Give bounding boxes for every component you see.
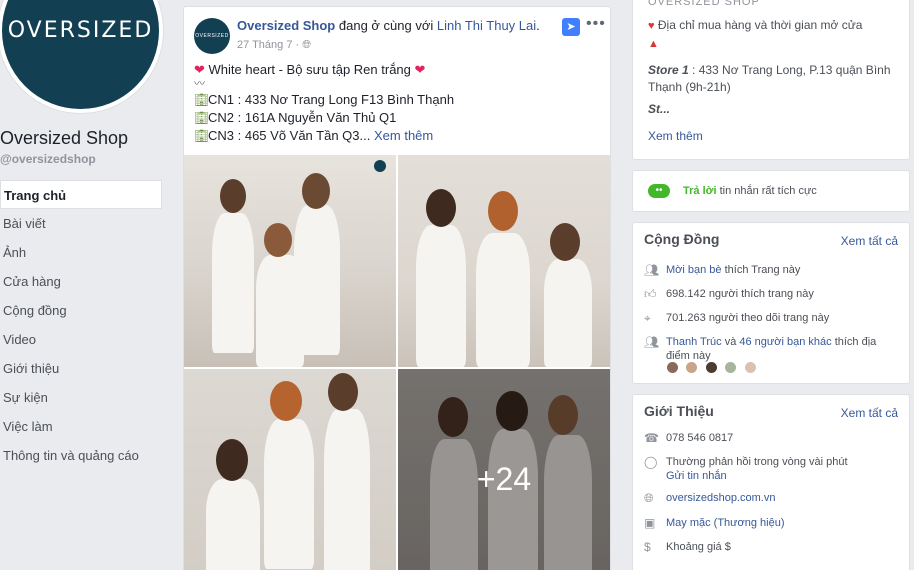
likes-row: 👍︎ 698.142 người thích trang này	[644, 287, 814, 301]
other-friends-link[interactable]: 46 người bạn khác	[739, 336, 831, 348]
post-tagged-user-link[interactable]: Linh Thi Thuy Lai	[437, 18, 536, 33]
website-link[interactable]: oversizedshop.com.vn	[666, 491, 898, 505]
heart-icon: ❤	[194, 62, 205, 77]
post-body: ❤ White heart - Bộ sưu tập Ren trắng ❤ 〰…	[194, 61, 604, 145]
phone-icon: ☎	[644, 431, 659, 445]
messenger-icon: ••	[648, 184, 670, 198]
address-card-title: OVERSIZED SHOP	[648, 0, 760, 8]
store-truncated: St...	[648, 102, 671, 116]
post-line-cn3: 🏢︎CN3 : 465 Võ Văn Tần Q3... Xem thêm	[194, 128, 434, 143]
see-more-link[interactable]: Xem thêm	[648, 129, 703, 143]
post-avatar-text: OVERSIZED	[195, 33, 229, 39]
post-photo[interactable]	[184, 155, 396, 367]
pin-icon[interactable]: ➤	[562, 18, 580, 36]
avatar[interactable]	[685, 361, 699, 374]
nav-item-posts[interactable]: Bài viết	[0, 209, 162, 238]
community-title[interactable]: Cộng Đồng	[644, 231, 719, 247]
nav-item-info-ads[interactable]: Thông tin và quảng cáo	[0, 441, 162, 470]
category-icon: ▣	[644, 516, 656, 530]
nav-item-community[interactable]: Cộng đồng	[0, 296, 162, 325]
building-icon: 🏢︎	[194, 129, 210, 143]
friends-icon: 👥︎	[644, 263, 660, 277]
avatar[interactable]	[743, 361, 757, 374]
category-link[interactable]: May mặc (Thương hiệu)	[666, 516, 898, 530]
more-options-icon[interactable]: •••	[586, 15, 606, 33]
website-row: 🌐︎ oversizedshop.com.vn	[644, 491, 904, 506]
avatar[interactable]	[724, 361, 738, 374]
page-profile-picture[interactable]: OVERSIZED	[0, 0, 163, 113]
heart-icon: ❤	[414, 62, 426, 77]
building-icon: 🏢︎	[194, 111, 210, 125]
store-address: Store 1 : 433 Nơ Trang Long, P.13 quận B…	[648, 63, 891, 94]
store-label: Store 1	[648, 63, 689, 77]
thumbs-up-icon: 👍︎	[644, 287, 657, 301]
building-icon: 🏢︎	[194, 93, 210, 107]
address-card: OVERSIZED SHOP ♥ Địa chỉ mua hàng và thờ…	[632, 0, 910, 160]
price-row: $ Khoảng giá $	[644, 540, 731, 554]
nav-item-shop[interactable]: Cửa hàng	[0, 267, 162, 296]
response-status: Trả lời tin nhắn rất tích cực	[683, 185, 817, 197]
nav-item-photos[interactable]: Ảnh	[0, 238, 162, 267]
see-more-link[interactable]: Xem thêm	[374, 128, 433, 143]
watermark-logo	[374, 160, 386, 172]
messenger-icon: ◯	[644, 455, 658, 469]
phone-row: ☎ 078 546 0817	[644, 431, 734, 445]
about-card: Giới Thiệu Xem tất cả ☎ 078 546 0817 ◯ Thư…	[632, 394, 910, 570]
post-line-cn2: 🏢︎CN2 : 161A Nguyễn Văn Thủ Q1	[194, 110, 397, 125]
nav-item-videos[interactable]: Video	[0, 325, 162, 354]
address-header: ♥ Địa chỉ mua hàng và thời gian mở cửa	[648, 18, 863, 32]
community-card: Cộng Đồng Xem tất cả 👥︎ Mời bạn bè thích …	[632, 222, 910, 384]
post-photo[interactable]	[184, 369, 396, 570]
friend-name-link[interactable]: Thanh Trúc	[666, 336, 722, 348]
post-line-cn1: 🏢︎CN1 : 433 Nơ Trang Long F13 Bình Thạnh	[194, 92, 455, 107]
community-see-all-link[interactable]: Xem tất cả	[841, 234, 898, 248]
wave-emoji: 〰	[194, 78, 205, 90]
avatar[interactable]	[666, 361, 679, 374]
page-handle[interactable]: @oversizedshop	[0, 152, 96, 166]
post-meta: 27 Tháng 7 · 🌐︎	[237, 39, 312, 51]
page-title[interactable]: Oversized Shop	[0, 128, 128, 149]
post-author-avatar[interactable]: OVERSIZED	[194, 18, 230, 54]
nav-item-about[interactable]: Giới thiệu	[0, 354, 162, 383]
left-column: OVERSIZED Oversized Shop @oversizedshop …	[0, 0, 166, 570]
about-title[interactable]: Giới Thiệu	[644, 403, 714, 419]
price-icon: $	[644, 540, 651, 554]
avatar[interactable]	[704, 361, 718, 374]
globe-icon: 🌐︎	[302, 39, 312, 51]
post-card: OVERSIZED Oversized Shop đang ở cùng với…	[183, 6, 611, 570]
page-nav: Trang chủ Bài viết Ảnh Cửa hàng Cộng đồn…	[0, 180, 162, 470]
red-heart-icon: ♥	[648, 20, 655, 32]
friends-icon: 👥︎	[644, 335, 660, 349]
nav-item-jobs[interactable]: Việc làm	[0, 412, 162, 441]
rss-icon: ⌖	[644, 311, 651, 325]
post-photo[interactable]	[398, 155, 610, 367]
globe-icon: 🌐︎	[644, 491, 654, 505]
about-see-all-link[interactable]: Xem tất cả	[841, 406, 898, 420]
triangle-icon: ▲	[648, 38, 659, 50]
post-photo[interactable]: +24	[398, 369, 610, 570]
friends-like-row: 👥︎ Thanh Trúc và 46 người bạn khác thích …	[644, 335, 877, 362]
invite-friends-link[interactable]: Mời bạn bè	[666, 264, 722, 276]
post-header: Oversized Shop đang ở cùng với Linh Thi …	[237, 18, 540, 33]
nav-item-events[interactable]: Sự kiện	[0, 383, 162, 412]
category-row: ▣ May mặc (Thương hiệu)	[644, 516, 904, 530]
send-message-link[interactable]: Gửi tin nhắn	[666, 470, 727, 482]
more-photos-count[interactable]: +24	[398, 369, 610, 570]
nav-item-home[interactable]: Trang chủ	[0, 180, 162, 209]
response-card: •• Trả lời tin nhắn rất tích cực	[632, 170, 910, 212]
response-row: ◯ Thường phản hồi trong vòng vài phút Gửi …	[644, 455, 848, 482]
post-with-text: đang ở cùng với	[338, 18, 434, 33]
follows-row: ⌖ 701.263 người theo dõi trang này	[644, 311, 830, 325]
logo-text: OVERSIZED	[7, 18, 154, 43]
post-author-link[interactable]: Oversized Shop	[237, 18, 335, 33]
friend-avatars	[666, 361, 759, 379]
post-line-title: ❤ White heart - Bộ sưu tập Ren trắng ❤	[194, 62, 426, 77]
post-date[interactable]: 27 Tháng 7	[237, 39, 292, 51]
invite-friends-row: 👥︎ Mời bạn bè thích Trang này	[644, 263, 801, 277]
